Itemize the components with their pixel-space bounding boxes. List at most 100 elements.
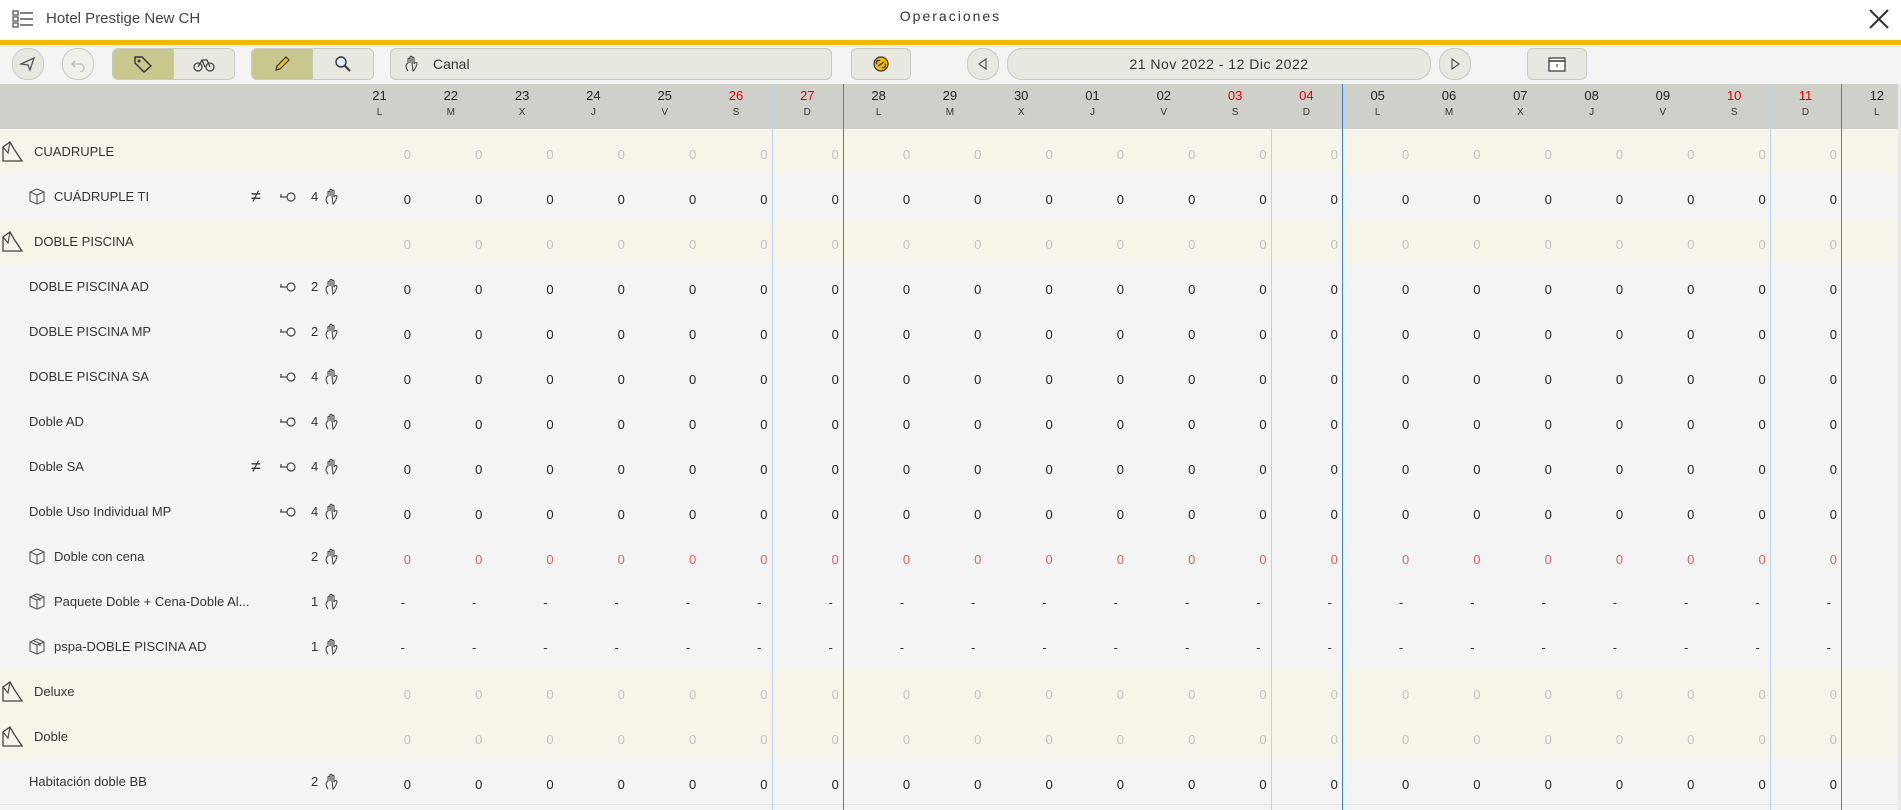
- availability-cell[interactable]: 0: [629, 174, 700, 219]
- availability-cell[interactable]: 0: [1128, 534, 1199, 579]
- availability-cell[interactable]: 0: [914, 534, 985, 579]
- date-range-display[interactable]: 21 Nov 2022 - 12 Dic 2022: [1007, 48, 1431, 80]
- availability-cell[interactable]: 0: [701, 489, 772, 534]
- availability-cell[interactable]: 0: [701, 264, 772, 309]
- availability-cell[interactable]: 0: [1770, 534, 1841, 579]
- availability-cell[interactable]: 0: [1200, 354, 1271, 399]
- availability-cell[interactable]: 0: [1271, 174, 1342, 219]
- availability-cell[interactable]: 0: [558, 714, 629, 759]
- availability-cell[interactable]: 0: [1057, 759, 1128, 804]
- availability-cell[interactable]: 0: [1556, 309, 1627, 354]
- availability-cell[interactable]: 0: [629, 219, 700, 264]
- availability-cell[interactable]: -: [1128, 579, 1199, 624]
- availability-cell[interactable]: 0: [1627, 219, 1698, 264]
- availability-cell[interactable]: 0: [1699, 489, 1770, 534]
- availability-cell[interactable]: -: [1128, 624, 1199, 669]
- room-rate-label[interactable]: DOBLE PISCINA SA: [29, 354, 149, 399]
- availability-cell[interactable]: -: [415, 579, 486, 624]
- availability-cell[interactable]: -: [487, 579, 558, 624]
- availability-cell[interactable]: 0: [1627, 669, 1698, 714]
- availability-cell[interactable]: 0: [1342, 129, 1413, 174]
- availability-cell[interactable]: 0: [914, 264, 985, 309]
- availability-cell[interactable]: -: [1699, 624, 1770, 669]
- availability-cell[interactable]: 0: [487, 534, 558, 579]
- availability-cell[interactable]: 0: [1271, 444, 1342, 489]
- availability-cell[interactable]: 0: [1414, 714, 1485, 759]
- availability-cell[interactable]: 0: [1485, 309, 1556, 354]
- availability-cell[interactable]: 0: [1485, 444, 1556, 489]
- availability-cell[interactable]: 0: [629, 309, 700, 354]
- availability-cell[interactable]: 0: [1057, 669, 1128, 714]
- availability-cell[interactable]: 0: [1057, 489, 1128, 534]
- availability-cell[interactable]: [1841, 219, 1901, 264]
- hand-icon[interactable]: [323, 368, 341, 386]
- availability-cell[interactable]: 0: [558, 264, 629, 309]
- room-rate-label[interactable]: DOBLE PISCINA AD: [29, 264, 149, 309]
- availability-cell[interactable]: -: [1414, 579, 1485, 624]
- availability-cell[interactable]: 0: [487, 264, 558, 309]
- room-rate-label[interactable]: Doble Uso Individual MP: [29, 489, 171, 534]
- availability-cell[interactable]: 0: [415, 714, 486, 759]
- availability-cell[interactable]: 0: [1627, 759, 1698, 804]
- availability-cell[interactable]: 0: [1699, 354, 1770, 399]
- availability-cell[interactable]: -: [344, 624, 415, 669]
- availability-cell[interactable]: 0: [1556, 534, 1627, 579]
- availability-cell[interactable]: 0: [1485, 489, 1556, 534]
- availability-cell[interactable]: 0: [487, 759, 558, 804]
- availability-cell[interactable]: -: [1556, 624, 1627, 669]
- availability-cell[interactable]: 0: [772, 489, 843, 534]
- channel-selector[interactable]: Canal: [390, 48, 832, 80]
- availability-cell[interactable]: 0: [1128, 669, 1199, 714]
- availability-cell[interactable]: 0: [629, 264, 700, 309]
- availability-cell[interactable]: 0: [1342, 444, 1413, 489]
- availability-cell[interactable]: 0: [1342, 669, 1413, 714]
- availability-cell[interactable]: -: [344, 579, 415, 624]
- availability-cell[interactable]: 0: [843, 129, 914, 174]
- availability-cell[interactable]: 0: [344, 219, 415, 264]
- availability-cell[interactable]: 0: [1414, 354, 1485, 399]
- availability-cell[interactable]: 0: [1200, 534, 1271, 579]
- availability-cell[interactable]: 0: [1271, 489, 1342, 534]
- availability-cell[interactable]: 0: [843, 669, 914, 714]
- availability-cell[interactable]: 0: [558, 669, 629, 714]
- availability-cell[interactable]: 0: [344, 264, 415, 309]
- availability-cell[interactable]: 0: [487, 174, 558, 219]
- availability-cell[interactable]: [1841, 399, 1901, 444]
- availability-cell[interactable]: 0: [558, 489, 629, 534]
- availability-cell[interactable]: 0: [843, 174, 914, 219]
- tag-view-button[interactable]: [113, 49, 173, 79]
- availability-cell[interactable]: 0: [1770, 354, 1841, 399]
- availability-cell[interactable]: 0: [1627, 129, 1698, 174]
- availability-cell[interactable]: 0: [415, 669, 486, 714]
- availability-cell[interactable]: 0: [843, 714, 914, 759]
- availability-cell[interactable]: 0: [1556, 354, 1627, 399]
- availability-cell[interactable]: -: [843, 624, 914, 669]
- availability-cell[interactable]: 0: [1271, 759, 1342, 804]
- availability-cell[interactable]: 0: [1699, 219, 1770, 264]
- availability-cell[interactable]: 0: [1271, 534, 1342, 579]
- availability-cell[interactable]: -: [1271, 579, 1342, 624]
- availability-cell[interactable]: 0: [701, 174, 772, 219]
- availability-cell[interactable]: 0: [1342, 264, 1413, 309]
- availability-cell[interactable]: 0: [1627, 714, 1698, 759]
- availability-cell[interactable]: 0: [415, 309, 486, 354]
- availability-cell[interactable]: 0: [1057, 129, 1128, 174]
- availability-cell[interactable]: 0: [629, 354, 700, 399]
- availability-cell[interactable]: 0: [1770, 489, 1841, 534]
- availability-cell[interactable]: -: [1770, 624, 1841, 669]
- availability-cell[interactable]: 0: [701, 669, 772, 714]
- availability-cell[interactable]: 0: [1342, 354, 1413, 399]
- availability-cell[interactable]: 0: [772, 174, 843, 219]
- availability-cell[interactable]: 0: [843, 309, 914, 354]
- availability-cell[interactable]: 0: [1699, 759, 1770, 804]
- availability-cell[interactable]: 0: [415, 759, 486, 804]
- availability-cell[interactable]: 0: [1556, 714, 1627, 759]
- undo-button[interactable]: [62, 48, 94, 80]
- availability-cell[interactable]: 0: [558, 444, 629, 489]
- hand-icon[interactable]: [323, 593, 341, 611]
- availability-cell[interactable]: -: [1200, 579, 1271, 624]
- availability-cell[interactable]: 0: [1342, 309, 1413, 354]
- availability-cell[interactable]: 0: [344, 714, 415, 759]
- availability-cell[interactable]: 0: [1627, 399, 1698, 444]
- availability-cell[interactable]: 0: [1128, 444, 1199, 489]
